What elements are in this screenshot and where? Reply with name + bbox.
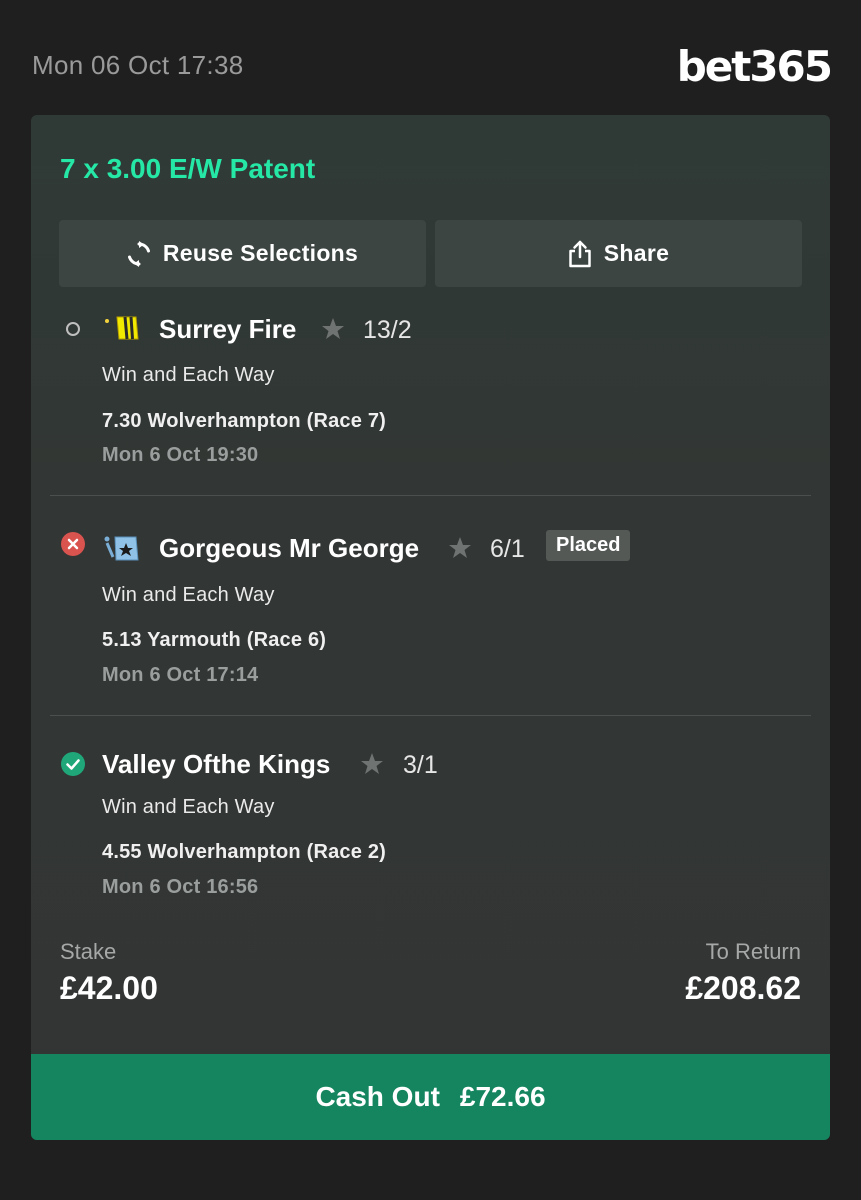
- reuse-selections-label: Reuse Selections: [162, 240, 359, 266]
- selection-time: Mon 6 Oct 17:14: [102, 664, 259, 686]
- jockey-silk-icon: [101, 533, 141, 563]
- selection-name: Surrey Fire: [159, 314, 297, 344]
- selection-market: Win and Each Way: [102, 796, 275, 818]
- bet-timestamp: Mon 06 Oct 17:38: [32, 50, 244, 80]
- bet365-logo[interactable]: bet365: [677, 42, 833, 91]
- selection-race: 4.55 Wolverhampton (Race 2): [102, 841, 387, 863]
- selection-race: 5.13 Yarmouth (Race 6): [102, 629, 327, 651]
- divider: [50, 715, 811, 716]
- to-return-label: To Return: [705, 939, 801, 964]
- selection-time: Mon 6 Oct 16:56: [102, 876, 259, 898]
- selection-time: Mon 6 Oct 19:30: [102, 444, 259, 466]
- cash-out-amount: £72.66: [459, 1081, 546, 1112]
- check-circle-icon: [61, 752, 85, 776]
- reuse-selections-button[interactable]: Reuse Selections: [59, 220, 426, 287]
- cross-circle-icon: [61, 532, 85, 556]
- to-return-value: £208.62: [685, 970, 801, 1006]
- share-button[interactable]: Share: [435, 220, 802, 287]
- star-icon[interactable]: [321, 317, 345, 341]
- pending-circle-icon: [61, 317, 85, 341]
- selection-name: Gorgeous Mr George: [159, 533, 420, 563]
- bet-card: 7 x 3.00 E/W Patent Reuse Selections Sha…: [31, 115, 830, 1140]
- selection-odds: 3/1: [403, 751, 438, 779]
- header: Mon 06 Oct 17:38 bet365: [0, 0, 861, 115]
- stake-value: £42.00: [60, 970, 158, 1006]
- selection-odds: 6/1: [490, 535, 525, 563]
- selection-race: 7.30 Wolverhampton (Race 7): [102, 410, 387, 432]
- status-badge: Placed: [546, 530, 631, 561]
- cash-out-label: Cash Out: [315, 1081, 440, 1112]
- jockey-silk-icon: [101, 313, 141, 343]
- selection-market: Win and Each Way: [102, 584, 275, 606]
- stake-label: Stake: [60, 939, 117, 964]
- star-icon[interactable]: [360, 752, 384, 776]
- refresh-icon: [127, 240, 151, 267]
- selection-odds: 13/2: [363, 316, 412, 344]
- cash-out-button[interactable]: Cash Out £72.66: [31, 1054, 830, 1140]
- share-icon: [568, 240, 592, 268]
- bet-title: 7 x 3.00 E/W Patent: [60, 153, 316, 184]
- star-icon[interactable]: [448, 536, 472, 560]
- selection-market: Win and Each Way: [102, 364, 275, 386]
- share-label: Share: [603, 240, 670, 266]
- selection-name: Valley Ofthe Kings: [102, 749, 331, 779]
- divider: [50, 495, 811, 496]
